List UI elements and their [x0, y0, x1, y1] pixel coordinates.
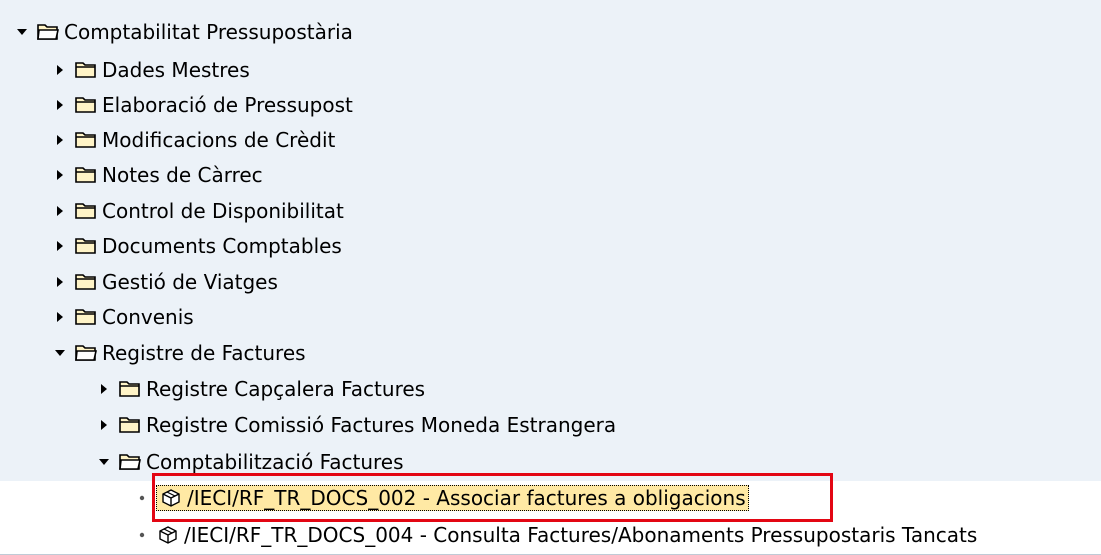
tree-node-label: Registre de Factures	[102, 341, 306, 365]
collapse-icon[interactable]	[14, 24, 30, 40]
tree-node-elaboracio-pressupost[interactable]: Elaboració de Pressupost	[0, 87, 1101, 123]
expand-icon[interactable]	[96, 381, 112, 397]
expand-icon[interactable]	[52, 309, 68, 325]
folder-icon	[118, 415, 142, 435]
tree-node-label: Comptabilitat Pressupostària	[64, 20, 353, 44]
expand-icon[interactable]	[52, 203, 68, 219]
tree-node-label: Control de Disponibilitat	[102, 199, 344, 223]
tree-node-transaction-docs-004[interactable]: /IECI/RF_TR_DOCS_004 - Consulta Factures…	[0, 517, 1101, 553]
folder-icon	[74, 60, 98, 80]
tree-node-dades-mestres[interactable]: Dades Mestres	[0, 52, 1101, 88]
expand-icon[interactable]	[96, 417, 112, 433]
tree-node-documents-comptables[interactable]: Documents Comptables	[0, 228, 1101, 264]
selected-node[interactable]: /IECI/RF_TR_DOCS_002 - Associar factures…	[156, 485, 749, 511]
tree-node-gestio-viatges[interactable]: Gestió de Viatges	[0, 264, 1101, 300]
expand-icon[interactable]	[52, 238, 68, 254]
folder-icon	[74, 165, 98, 185]
expand-icon[interactable]	[52, 62, 68, 78]
tree-node-registre-capcalera[interactable]: Registre Capçalera Factures	[0, 371, 1101, 407]
tree-node-comptabilitzacio-factures[interactable]: Comptabilització Factures	[0, 444, 1101, 480]
tree-node-registre-factures[interactable]: Registre de Factures	[0, 335, 1101, 371]
folder-open-icon	[118, 452, 142, 472]
tree-node-transaction-docs-002[interactable]: /IECI/RF_TR_DOCS_002 - Associar factures…	[0, 480, 1101, 516]
tree-node-label: /IECI/RF_TR_DOCS_004 - Consulta Factures…	[184, 523, 978, 547]
folder-icon	[74, 236, 98, 256]
transaction-cube-icon	[156, 525, 180, 545]
expand-icon[interactable]	[52, 167, 68, 183]
tree-node-registre-comissio[interactable]: Registre Comissió Factures Moneda Estran…	[0, 407, 1101, 443]
folder-open-icon	[36, 22, 60, 42]
folder-icon	[74, 130, 98, 150]
tree-node-label: Elaboració de Pressupost	[102, 93, 353, 117]
folder-icon	[74, 272, 98, 292]
expand-icon[interactable]	[52, 274, 68, 290]
tree-node-label: Convenis	[102, 305, 194, 329]
expand-icon[interactable]	[52, 132, 68, 148]
tree-node-label: Documents Comptables	[102, 234, 342, 258]
tree-node-control-disponibilitat[interactable]: Control de Disponibilitat	[0, 193, 1101, 229]
tree-node-root[interactable]: Comptabilitat Pressupostària	[0, 14, 1101, 50]
tree-node-label: Notes de Càrrec	[102, 163, 263, 187]
collapse-icon[interactable]	[96, 454, 112, 470]
tree-node-notes-carrec[interactable]: Notes de Càrrec	[0, 157, 1101, 193]
folder-icon	[118, 379, 142, 399]
tree-node-label: Gestió de Viatges	[102, 270, 278, 294]
tree-node-label: Modificacions de Crèdit	[102, 128, 336, 152]
bullet-icon	[134, 527, 150, 543]
tree-node-label: /IECI/RF_TR_DOCS_002 - Associar factures…	[187, 486, 746, 510]
bullet-icon	[134, 490, 150, 506]
transaction-cube-icon	[159, 488, 183, 508]
expand-icon[interactable]	[52, 97, 68, 113]
folder-icon	[74, 307, 98, 327]
collapse-icon[interactable]	[52, 345, 68, 361]
tree-node-label: Registre Capçalera Factures	[146, 377, 426, 401]
folder-open-icon	[74, 343, 98, 363]
tree-node-modificacions-credit[interactable]: Modificacions de Crèdit	[0, 122, 1101, 158]
tree-node-label: Dades Mestres	[102, 58, 250, 82]
folder-icon	[74, 201, 98, 221]
folder-icon	[74, 95, 98, 115]
tree-node-label: Registre Comissió Factures Moneda Estran…	[146, 413, 617, 437]
tree-node-convenis[interactable]: Convenis	[0, 299, 1101, 335]
tree-node-label: Comptabilització Factures	[146, 450, 404, 474]
sap-menu-tree: Comptabilitat Pressupostària Dades Mestr…	[0, 0, 1101, 555]
